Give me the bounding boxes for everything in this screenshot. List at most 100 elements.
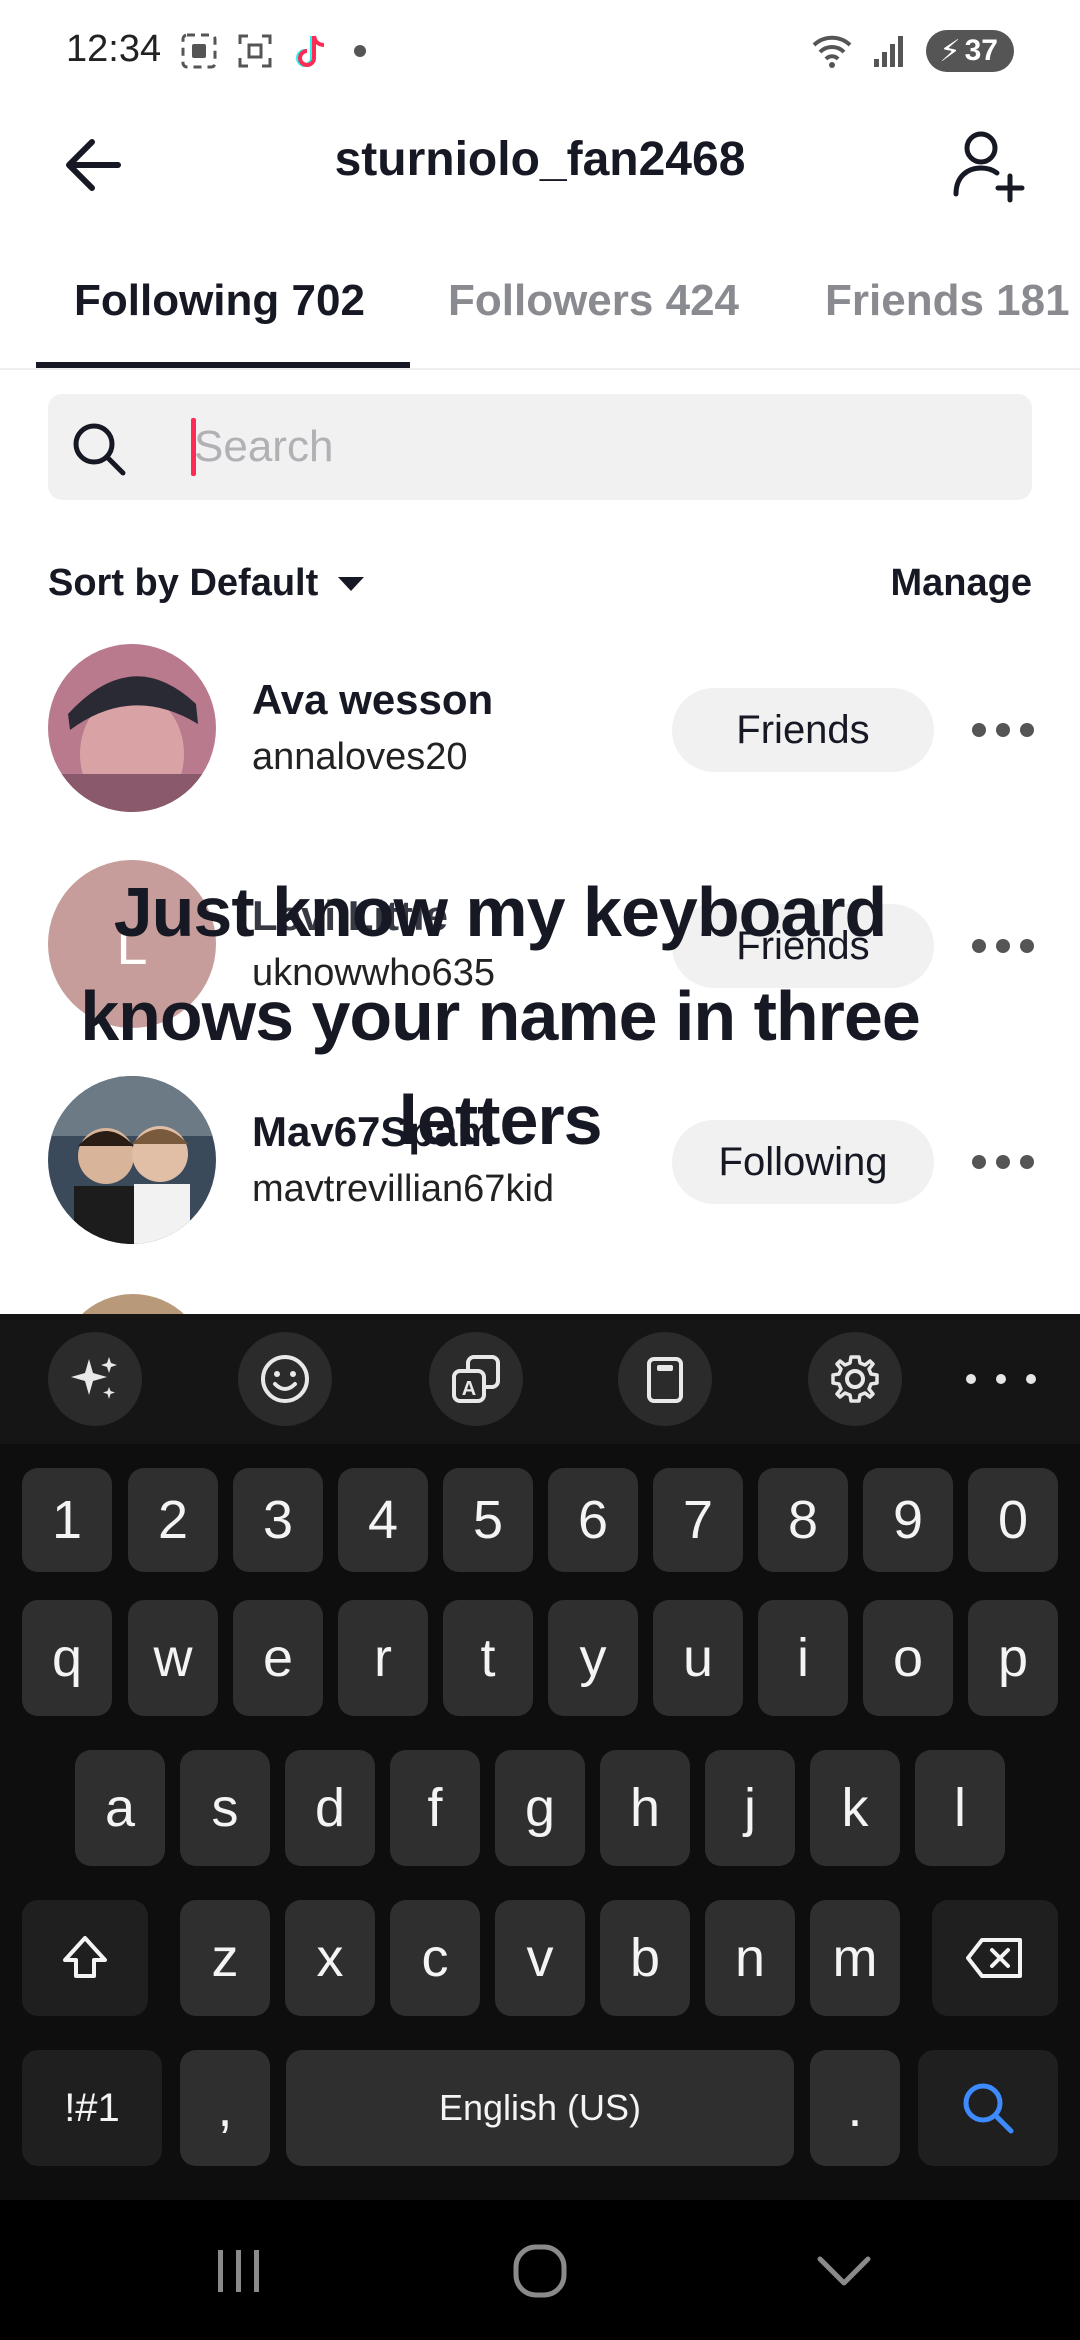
key-g[interactable]: g <box>495 1750 585 1866</box>
keyboard-toolbar: A <box>0 1314 1080 1444</box>
manage-button[interactable]: Manage <box>891 562 1032 605</box>
notification-dot <box>354 45 366 57</box>
more-options-icon[interactable] <box>972 936 1034 956</box>
back-chevron-icon[interactable] <box>804 2236 884 2306</box>
more-options-icon[interactable] <box>972 1152 1034 1172</box>
symbols-key[interactable]: !#1 <box>22 2050 162 2166</box>
list-item[interactable]: Ava wesson annaloves20 Friends <box>0 630 1080 830</box>
search-input[interactable] <box>194 412 994 482</box>
key-b[interactable]: b <box>600 1900 690 2016</box>
key-a[interactable]: a <box>75 1750 165 1866</box>
key-v[interactable]: v <box>495 1900 585 2016</box>
more-icon[interactable] <box>966 1354 1036 1404</box>
system-nav-bar <box>0 2200 1080 2340</box>
row-name: Ava wesson <box>252 676 494 723</box>
signal-icon <box>873 36 903 67</box>
key-l[interactable]: l <box>915 1750 1005 1866</box>
search-bar[interactable] <box>48 394 1032 500</box>
friends-button[interactable]: Friends <box>672 688 934 772</box>
key-p[interactable]: p <box>968 1600 1058 1716</box>
shift-key[interactable] <box>22 1900 148 2016</box>
key-x[interactable]: x <box>285 1900 375 2016</box>
key-y[interactable]: y <box>548 1600 638 1716</box>
key-k[interactable]: k <box>810 1750 900 1866</box>
wifi-icon <box>812 35 851 68</box>
key-4[interactable]: 4 <box>338 1468 428 1572</box>
key-d[interactable]: d <box>285 1750 375 1866</box>
emoji-icon[interactable] <box>238 1332 332 1426</box>
key-9[interactable]: 9 <box>863 1468 953 1572</box>
recents-icon[interactable] <box>198 2236 278 2306</box>
key-z[interactable]: z <box>180 1900 270 2016</box>
key-5[interactable]: 5 <box>443 1468 533 1572</box>
status-left-icons <box>180 32 366 70</box>
comma-key[interactable]: , <box>180 2050 270 2166</box>
key-i[interactable]: i <box>758 1600 848 1716</box>
key-e[interactable]: e <box>233 1600 323 1716</box>
shift-icon <box>63 1936 107 1978</box>
screen-record-icon <box>181 33 217 69</box>
screenshot-icon <box>238 34 272 68</box>
add-user-icon[interactable] <box>948 126 1028 206</box>
key-j[interactable]: j <box>705 1750 795 1866</box>
tab-following[interactable]: Following 702 <box>74 276 365 326</box>
status-bar: 12:34 ⚡ 37 <box>0 0 1080 100</box>
home-icon[interactable] <box>500 2236 580 2306</box>
avatar[interactable] <box>48 644 216 812</box>
key-6[interactable]: 6 <box>548 1468 638 1572</box>
row-handle: mavtrevillian67kid <box>252 1168 555 1210</box>
charging-icon: ⚡ <box>939 34 961 68</box>
settings-icon[interactable] <box>808 1332 902 1426</box>
caret-down-icon <box>338 576 365 591</box>
row-handle: annaloves20 <box>252 736 468 778</box>
caption-line: knows your name in three <box>80 977 921 1055</box>
key-s[interactable]: s <box>180 1750 270 1866</box>
clipboard-icon[interactable] <box>618 1332 712 1426</box>
more-options-icon[interactable] <box>972 720 1034 740</box>
active-tab-indicator <box>36 362 410 368</box>
status-time: 12:34 <box>66 28 162 70</box>
space-key[interactable]: English (US) <box>286 2050 794 2166</box>
sparkle-icon[interactable] <box>48 1332 142 1426</box>
key-f[interactable]: f <box>390 1750 480 1866</box>
avatar-photo <box>48 644 216 812</box>
key-q[interactable]: q <box>22 1600 112 1716</box>
battery-icon: ⚡ 37 <box>925 30 1014 72</box>
key-7[interactable]: 7 <box>653 1468 743 1572</box>
key-o[interactable]: o <box>863 1600 953 1716</box>
key-m[interactable]: m <box>810 1900 900 2016</box>
follow-tabs: Following 702 Followers 424 Friends 181 <box>0 260 1080 370</box>
key-h[interactable]: h <box>600 1750 690 1866</box>
key-u[interactable]: u <box>653 1600 743 1716</box>
key-1[interactable]: 1 <box>22 1468 112 1572</box>
key-8[interactable]: 8 <box>758 1468 848 1572</box>
caption-line: letters <box>398 1081 602 1159</box>
tab-followers[interactable]: Followers 424 <box>448 276 739 326</box>
search-key[interactable] <box>918 2050 1058 2166</box>
key-w[interactable]: w <box>128 1600 218 1716</box>
key-n[interactable]: n <box>705 1900 795 2016</box>
battery-level: 37 <box>964 34 998 67</box>
translate-icon[interactable]: A <box>429 1332 523 1426</box>
status-right-icons: ⚡ 37 <box>810 30 1014 72</box>
key-0[interactable]: 0 <box>968 1468 1058 1572</box>
search-key-icon <box>963 2083 1014 2134</box>
page-title: sturniolo_fan2468 <box>334 133 746 186</box>
sort-label: Sort by Default <box>48 562 319 604</box>
key-r[interactable]: r <box>338 1600 428 1716</box>
key-t[interactable]: t <box>443 1600 533 1716</box>
key-2[interactable]: 2 <box>128 1468 218 1572</box>
caption-line: Just know my keyboard <box>113 873 888 951</box>
backspace-key[interactable] <box>932 1900 1058 2016</box>
backspace-icon <box>966 1938 1022 1978</box>
tab-friends[interactable]: Friends 181 <box>825 276 1070 326</box>
tiktok-icon <box>296 35 325 67</box>
search-icon <box>73 423 126 476</box>
svg-text:A: A <box>462 1378 476 1400</box>
keyboard: A 1 2 3 4 5 6 7 8 9 0 q w e r t y u i o … <box>0 1314 1080 2340</box>
key-3[interactable]: 3 <box>233 1468 323 1572</box>
video-caption: Just know my keyboard knows your name in… <box>20 860 980 1172</box>
key-c[interactable]: c <box>390 1900 480 2016</box>
period-key[interactable]: . <box>810 2050 900 2166</box>
sort-dropdown[interactable]: Sort by Default <box>48 562 365 605</box>
